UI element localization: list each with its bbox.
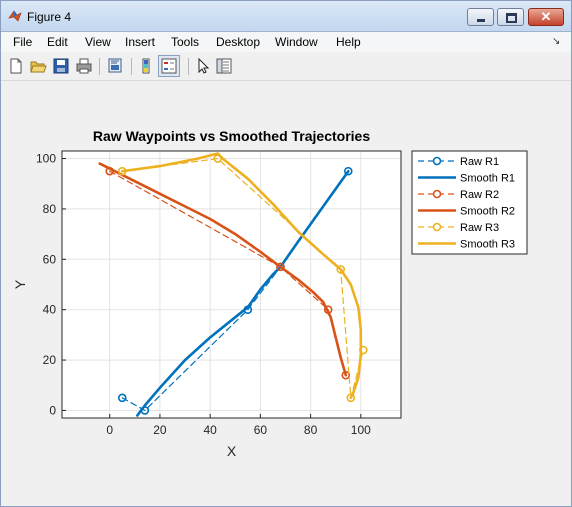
x-axis-label: X [227,443,237,459]
y-tick-label: 80 [43,202,57,216]
y-tick-label: 0 [49,403,56,417]
y-axis-label: Y [12,279,28,289]
x-tick-label: 100 [351,423,371,437]
menu-file[interactable]: File [13,35,32,49]
legend-entry: Smooth R3 [460,239,515,251]
x-tick-label: 40 [203,423,217,437]
menu-bar: File Edit View Insert Tools Desktop Wind… [1,32,571,52]
save-icon[interactable] [52,57,70,75]
figure-canvas: 0 20 40 60 80 100 0 20 40 60 80 100 Raw Waypoints vs… [5,83,567,501]
menu-window[interactable]: Window [275,35,318,49]
print-icon[interactable] [75,57,93,75]
new-figure-icon[interactable] [7,57,25,75]
x-tick-label: 80 [304,423,318,437]
toolbar-separator [131,58,132,75]
maximize-icon [506,13,517,23]
maximize-button[interactable] [497,8,524,26]
chart-title: Raw Waypoints vs Smoothed Trajectories [93,128,370,144]
menu-edit[interactable]: Edit [47,35,68,49]
dock-arrow-icon[interactable]: ↘ [552,36,560,47]
print-preview-icon[interactable] [106,57,124,75]
x-tick-label: 60 [254,423,268,437]
y-tick-label: 40 [43,303,57,317]
menu-view[interactable]: View [85,35,111,49]
colorbar-icon[interactable] [137,57,155,75]
y-tick-label: 60 [43,252,57,266]
x-tick-label: 0 [106,423,113,437]
toolbar-separator [99,58,100,75]
menu-help[interactable]: Help [336,35,361,49]
legend-icon[interactable] [160,57,178,75]
close-button[interactable]: ✕ [528,8,564,26]
legend-entry: Raw R2 [460,189,499,201]
open-file-icon[interactable] [29,57,47,75]
y-tick-label: 20 [43,353,57,367]
x-tick-label: 20 [153,423,167,437]
menu-tools[interactable]: Tools [171,35,199,49]
toolbar-separator [188,58,189,75]
minimize-button[interactable] [467,8,494,26]
figure-window: Figure 4 ✕ File Edit View Insert Tools D… [0,0,572,507]
pointer-icon[interactable] [194,57,212,75]
minimize-icon [477,19,485,22]
legend-entry: Smooth R2 [460,206,515,218]
close-icon: ✕ [540,9,552,24]
title-bar[interactable]: Figure 4 ✕ [1,1,571,32]
figure-toolbar [1,53,571,81]
legend-marker [432,156,442,166]
property-inspector-icon[interactable] [215,57,233,75]
menu-desktop[interactable]: Desktop [216,35,260,49]
chart: 0 20 40 60 80 100 0 20 40 60 80 100 Raw Waypoints vs… [12,128,528,459]
legend-entry: Smooth R1 [460,173,515,185]
matlab-icon [8,10,22,22]
legend-marker [432,189,442,199]
legend-entry: Raw R3 [460,222,499,234]
y-tick-label: 100 [36,152,56,166]
window-title: Figure 4 [27,10,72,24]
menu-insert[interactable]: Insert [125,35,155,49]
legend-marker [432,222,442,232]
legend-entry: Raw R1 [460,156,499,168]
